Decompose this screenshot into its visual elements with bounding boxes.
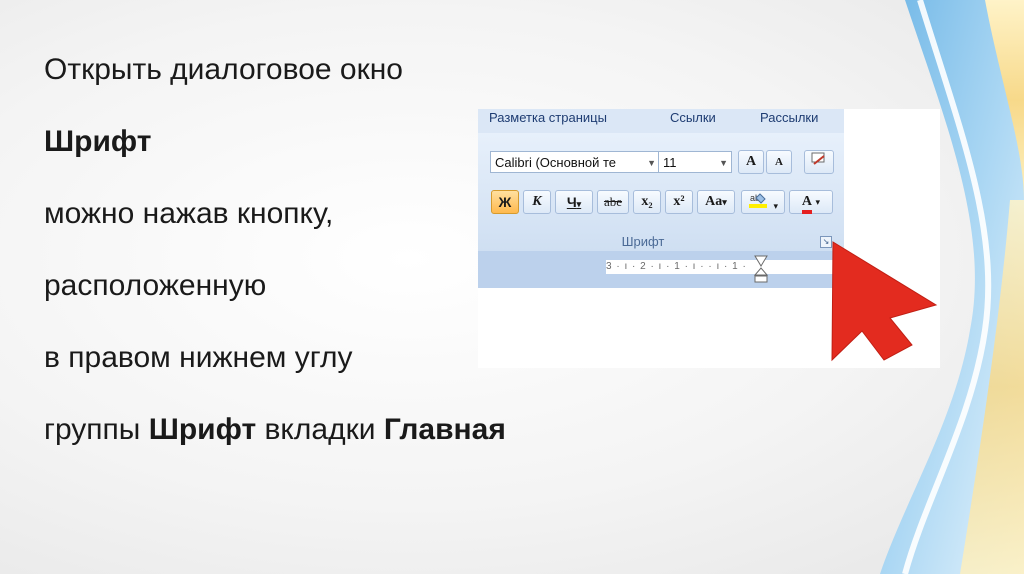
cursor-arrow-icon xyxy=(831,241,938,362)
